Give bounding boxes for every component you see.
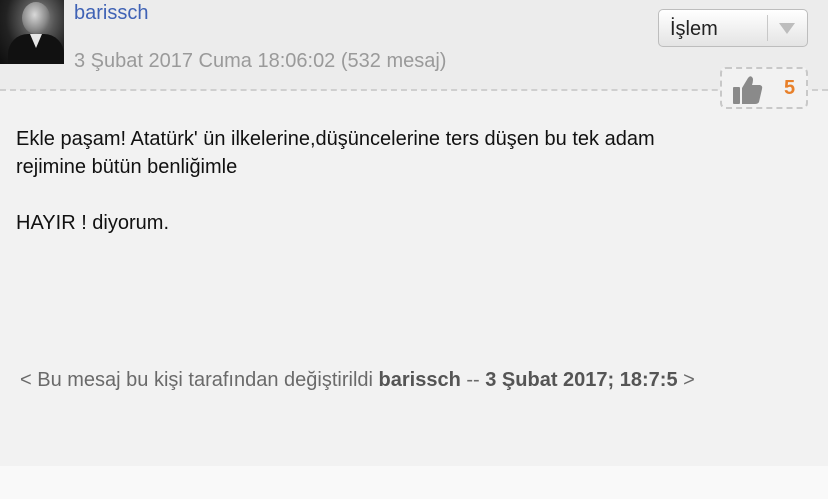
header-divider	[0, 89, 828, 91]
edit-note-dash: --	[466, 369, 480, 391]
post-body-line: rejimine bütün benliğimle	[16, 156, 238, 178]
post-header: barissch 3 Şubat 2017 Cuma 18:06:02 (532…	[0, 0, 828, 90]
avatar-face	[22, 2, 50, 34]
post-body-line: HAYIR ! diyorum.	[16, 212, 169, 234]
avatar[interactable]	[0, 0, 64, 64]
like-button[interactable]: 5	[720, 67, 808, 109]
edit-note-editor: barissch	[378, 369, 461, 391]
edit-note-date: 3 Şubat 2017; 18:7:5	[485, 369, 678, 391]
like-count: 5	[784, 77, 796, 99]
edit-note-prefix: < Bu mesaj bu kişi tarafından değiştiril…	[20, 369, 373, 391]
action-select[interactable]: İşlem	[658, 9, 808, 47]
username-link[interactable]: barissch	[74, 2, 148, 25]
edit-note: < Bu mesaj bu kişi tarafından değiştiril…	[20, 369, 695, 392]
edit-note-suffix: >	[683, 369, 695, 391]
triangle-down-icon	[779, 23, 795, 34]
action-select-separator	[767, 15, 768, 41]
forum-post: barissch 3 Şubat 2017 Cuma 18:06:02 (532…	[0, 0, 828, 466]
post-meta: 3 Şubat 2017 Cuma 18:06:02 (532 mesaj)	[74, 50, 447, 72]
post-body-line: Ekle paşam! Atatürk' ün ilkelerine,düşün…	[16, 128, 655, 150]
action-select-value: İşlem	[670, 18, 718, 40]
thumbs-up-icon	[733, 76, 763, 104]
post-body: Ekle paşam! Atatürk' ün ilkelerine,düşün…	[16, 125, 796, 237]
